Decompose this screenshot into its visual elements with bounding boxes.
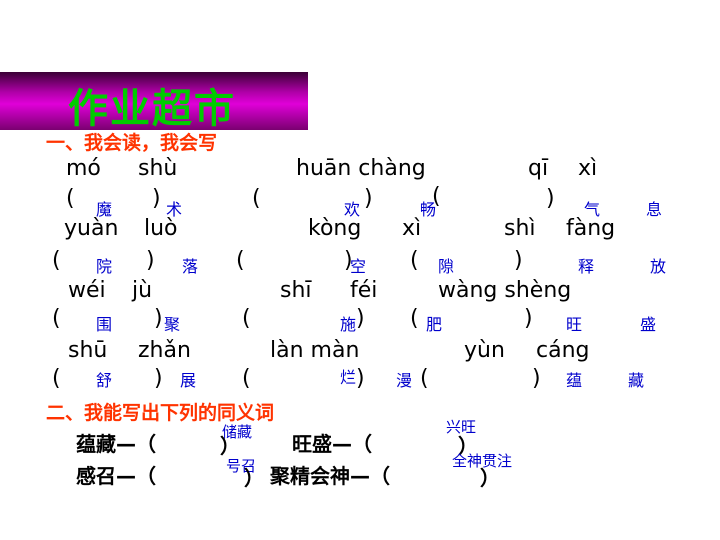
paren-open: ( (242, 306, 251, 331)
pinyin-wangsheng: wàng shèng (438, 278, 572, 303)
answer-kong: 空 (350, 257, 367, 276)
pinyin-qi: qī (528, 156, 549, 181)
pinyin-shu: shù (138, 156, 178, 181)
paren-open: ( (52, 306, 61, 331)
answer-xi: 息 (646, 200, 663, 219)
answer-man: 漫 (396, 371, 413, 390)
paren-open: ( (420, 366, 429, 391)
pinyin-xi2: xì (402, 216, 422, 241)
paren-close: ) (356, 306, 365, 331)
answer-wei: 围 (96, 315, 113, 334)
paren-close: ) (356, 366, 365, 391)
answer-shu2: 舒 (96, 371, 113, 390)
paren-close: ) (546, 186, 555, 211)
paren-close: ) (154, 366, 163, 391)
paren-open: ( (52, 248, 61, 273)
synonym-question-3: 感召—（ (76, 464, 156, 488)
pinyin-shi2: shī (280, 278, 312, 303)
synonym-question-1: 蕴藏—（ (76, 432, 156, 456)
page-title: 作业超市 (68, 86, 236, 132)
pinyin-mo: mó (66, 156, 101, 181)
answer-zhan: 展 (180, 371, 197, 390)
paren-open: ( (432, 184, 441, 209)
pinyin-kong: kòng (308, 216, 362, 241)
pinyin-ju: jù (132, 278, 153, 303)
answer-luo: 落 (182, 257, 199, 276)
paren-close: ） (244, 466, 264, 490)
answer-wang: 旺 (566, 315, 583, 334)
answer-yuan: 院 (96, 257, 113, 276)
paren-open: ( (410, 248, 419, 273)
pinyin-luo: luò (144, 216, 178, 241)
paren-open: ( (66, 186, 75, 211)
paren-close: ) (146, 248, 155, 273)
paren-close: ) (524, 306, 533, 331)
answer-yun: 蕴 (566, 371, 583, 390)
synonym-question-2: 旺盛—（ (292, 432, 372, 456)
paren-close: ) (154, 306, 163, 331)
pinyin-lanman: làn màn (270, 338, 360, 363)
answer-ju: 聚 (164, 315, 181, 334)
paren-close: ) (532, 366, 541, 391)
paren-open: ( (52, 366, 61, 391)
answer-shi2: 施 (340, 315, 357, 334)
pinyin-shu2: shū (68, 338, 108, 363)
pinyin-yuan: yuàn (64, 216, 119, 241)
answer-sheng: 盛 (640, 315, 657, 334)
answer-fang: 放 (650, 257, 667, 276)
answer-shi: 释 (578, 257, 595, 276)
pinyin-xi: xì (578, 156, 598, 181)
paren-open: ( (252, 186, 261, 211)
pinyin-wei: wéi (68, 278, 106, 303)
pinyin-fei: féi (350, 278, 378, 303)
answer-lan: 烂 (340, 368, 357, 387)
pinyin-fang: fàng (566, 216, 616, 241)
pinyin-yun: yùn (464, 338, 505, 363)
answer-fei: 肥 (426, 315, 443, 334)
pinyin-zhan: zhǎn (138, 338, 191, 363)
section1-heading: 一、我会读，我会写 (46, 132, 218, 154)
pinyin-huanchang: huān chàng (296, 156, 426, 181)
answer-xi2: 隙 (438, 257, 455, 276)
pinyin-cang: cáng (536, 338, 590, 363)
paren-open: ( (236, 248, 245, 273)
paren-open: ( (242, 366, 251, 391)
paren-close: ) (152, 186, 161, 211)
paren-open: ( (410, 306, 419, 331)
synonym-question-4: 聚精会神—（ (270, 464, 390, 488)
paren-close: ） (480, 466, 500, 490)
answer-cang: 藏 (628, 371, 645, 390)
paren-close: ) (514, 248, 523, 273)
pinyin-shi: shì (504, 216, 536, 241)
paren-close: ) (364, 186, 373, 211)
